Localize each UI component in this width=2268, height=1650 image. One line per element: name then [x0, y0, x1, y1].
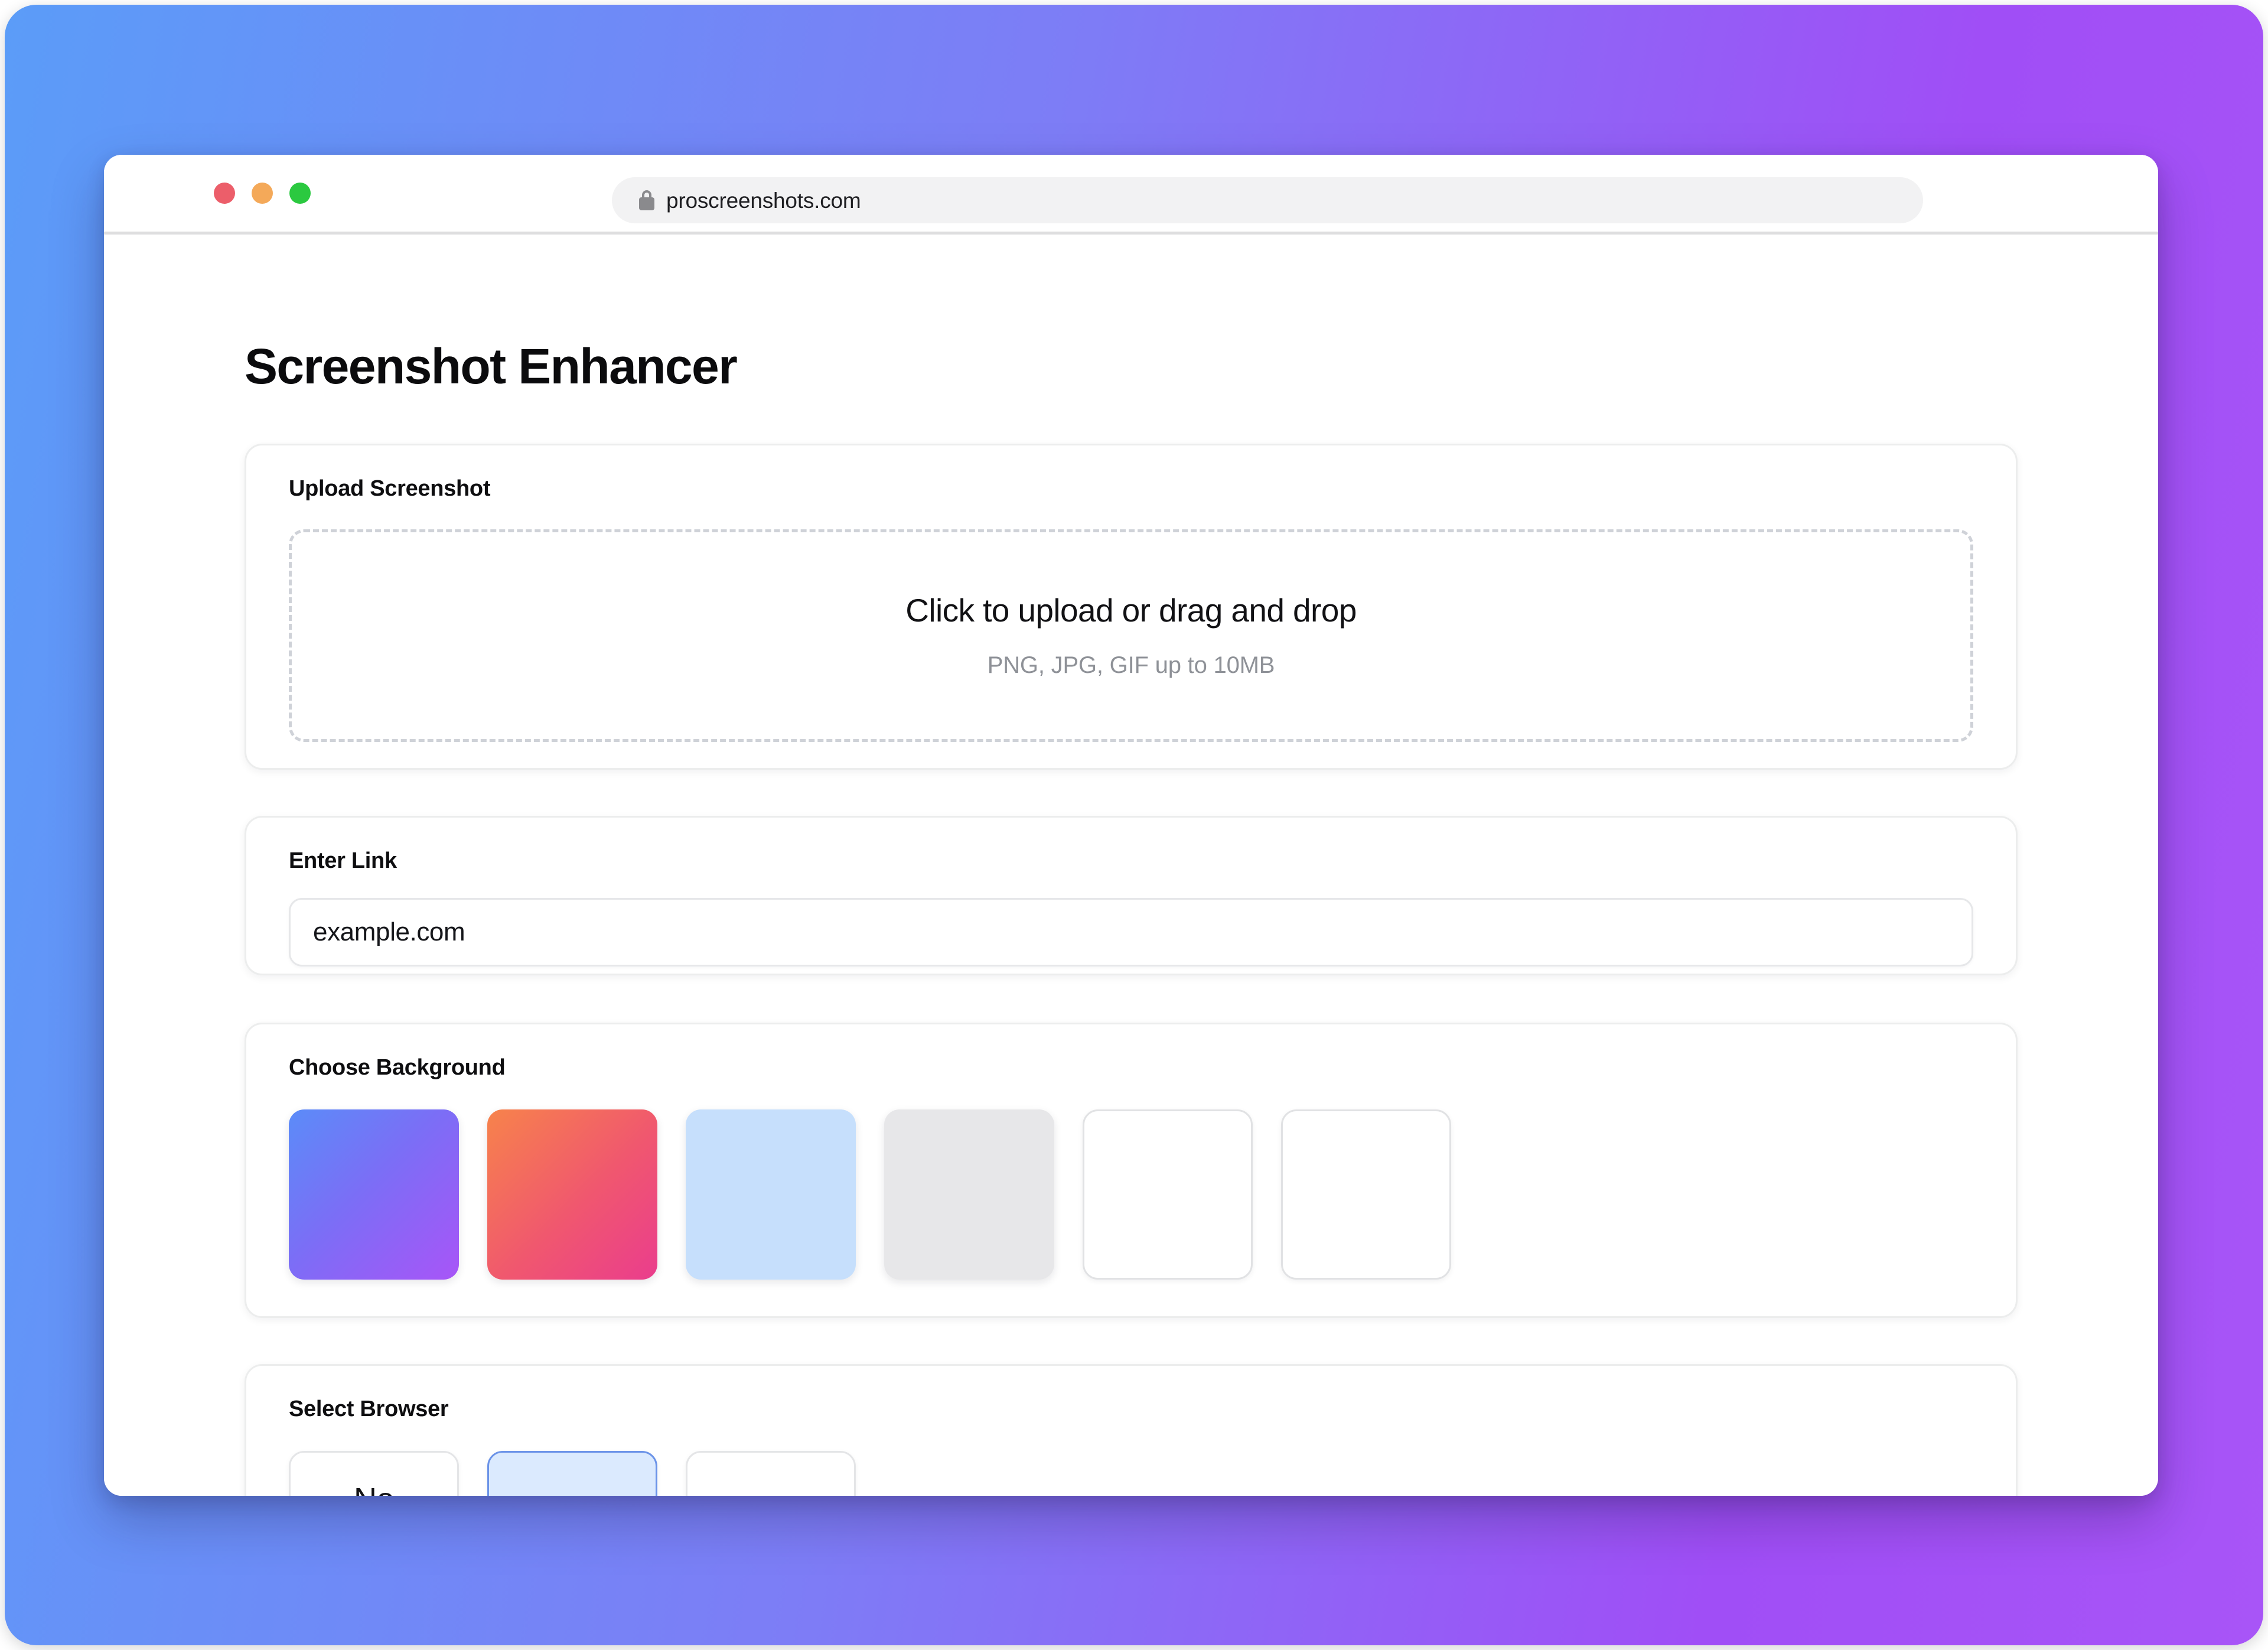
background-swatch-light-blue-solid[interactable] [686, 1109, 856, 1280]
background-swatch-blue-purple-gradient[interactable] [289, 1109, 459, 1280]
background-section-label: Choose Background [289, 1055, 506, 1080]
maximize-window-button[interactable] [289, 183, 311, 204]
choose-background-card: Choose Background [245, 1023, 2018, 1318]
upload-section-label: Upload Screenshot [289, 476, 491, 501]
close-window-button[interactable] [214, 183, 235, 204]
select-browser-card: Select Browser No BrowserNo Browser Chrom… [245, 1364, 2018, 1496]
browser-option-row: No BrowserNo Browser ChromeChrome SafariSa… [289, 1451, 1973, 1496]
page-content: Screenshot Enhancer Upload Screenshot Cl… [104, 235, 2158, 1496]
link-section-label: Enter Link [289, 848, 397, 873]
dropzone-hint-text: PNG, JPG, GIF up to 10MB [987, 652, 1275, 678]
browser-section-label: Select Browser [289, 1397, 449, 1421]
address-bar[interactable]: proscreenshots.com [612, 177, 1923, 223]
link-input[interactable] [289, 898, 1973, 966]
background-swatch-white-solid[interactable] [1083, 1109, 1253, 1280]
background-swatch-row [289, 1109, 1973, 1280]
screenshot-stage: proscreenshots.com Screenshot Enhancer U… [0, 0, 2268, 1650]
lock-icon [639, 190, 654, 210]
browser-option-no-browser[interactable]: No BrowserNo Browser [289, 1451, 459, 1496]
browser-window-mockup: proscreenshots.com Screenshot Enhancer U… [104, 155, 2158, 1496]
browser-option-chrome[interactable]: ChromeChrome [487, 1451, 657, 1496]
background-swatch-light-gray-solid[interactable] [884, 1109, 1054, 1280]
background-swatch-white-solid-alt[interactable] [1281, 1109, 1451, 1280]
dropzone-primary-text: Click to upload or drag and drop [905, 592, 1357, 629]
address-bar-url: proscreenshots.com [666, 188, 861, 213]
file-dropzone[interactable]: Click to upload or drag and drop PNG, JP… [289, 529, 1973, 742]
background-swatch-orange-pink-gradient[interactable] [487, 1109, 657, 1280]
page-title: Screenshot Enhancer [245, 339, 738, 394]
enter-link-card: Enter Link [245, 816, 2018, 975]
browser-title-bar: proscreenshots.com [104, 155, 2158, 235]
traffic-light-buttons [214, 183, 311, 204]
upload-screenshot-card: Upload Screenshot Click to upload or dra… [245, 444, 2018, 770]
minimize-window-button[interactable] [252, 183, 273, 204]
browser-option-icon: No Browser [296, 1482, 451, 1496]
browser-option-safari[interactable]: SafariSafari [686, 1451, 856, 1496]
